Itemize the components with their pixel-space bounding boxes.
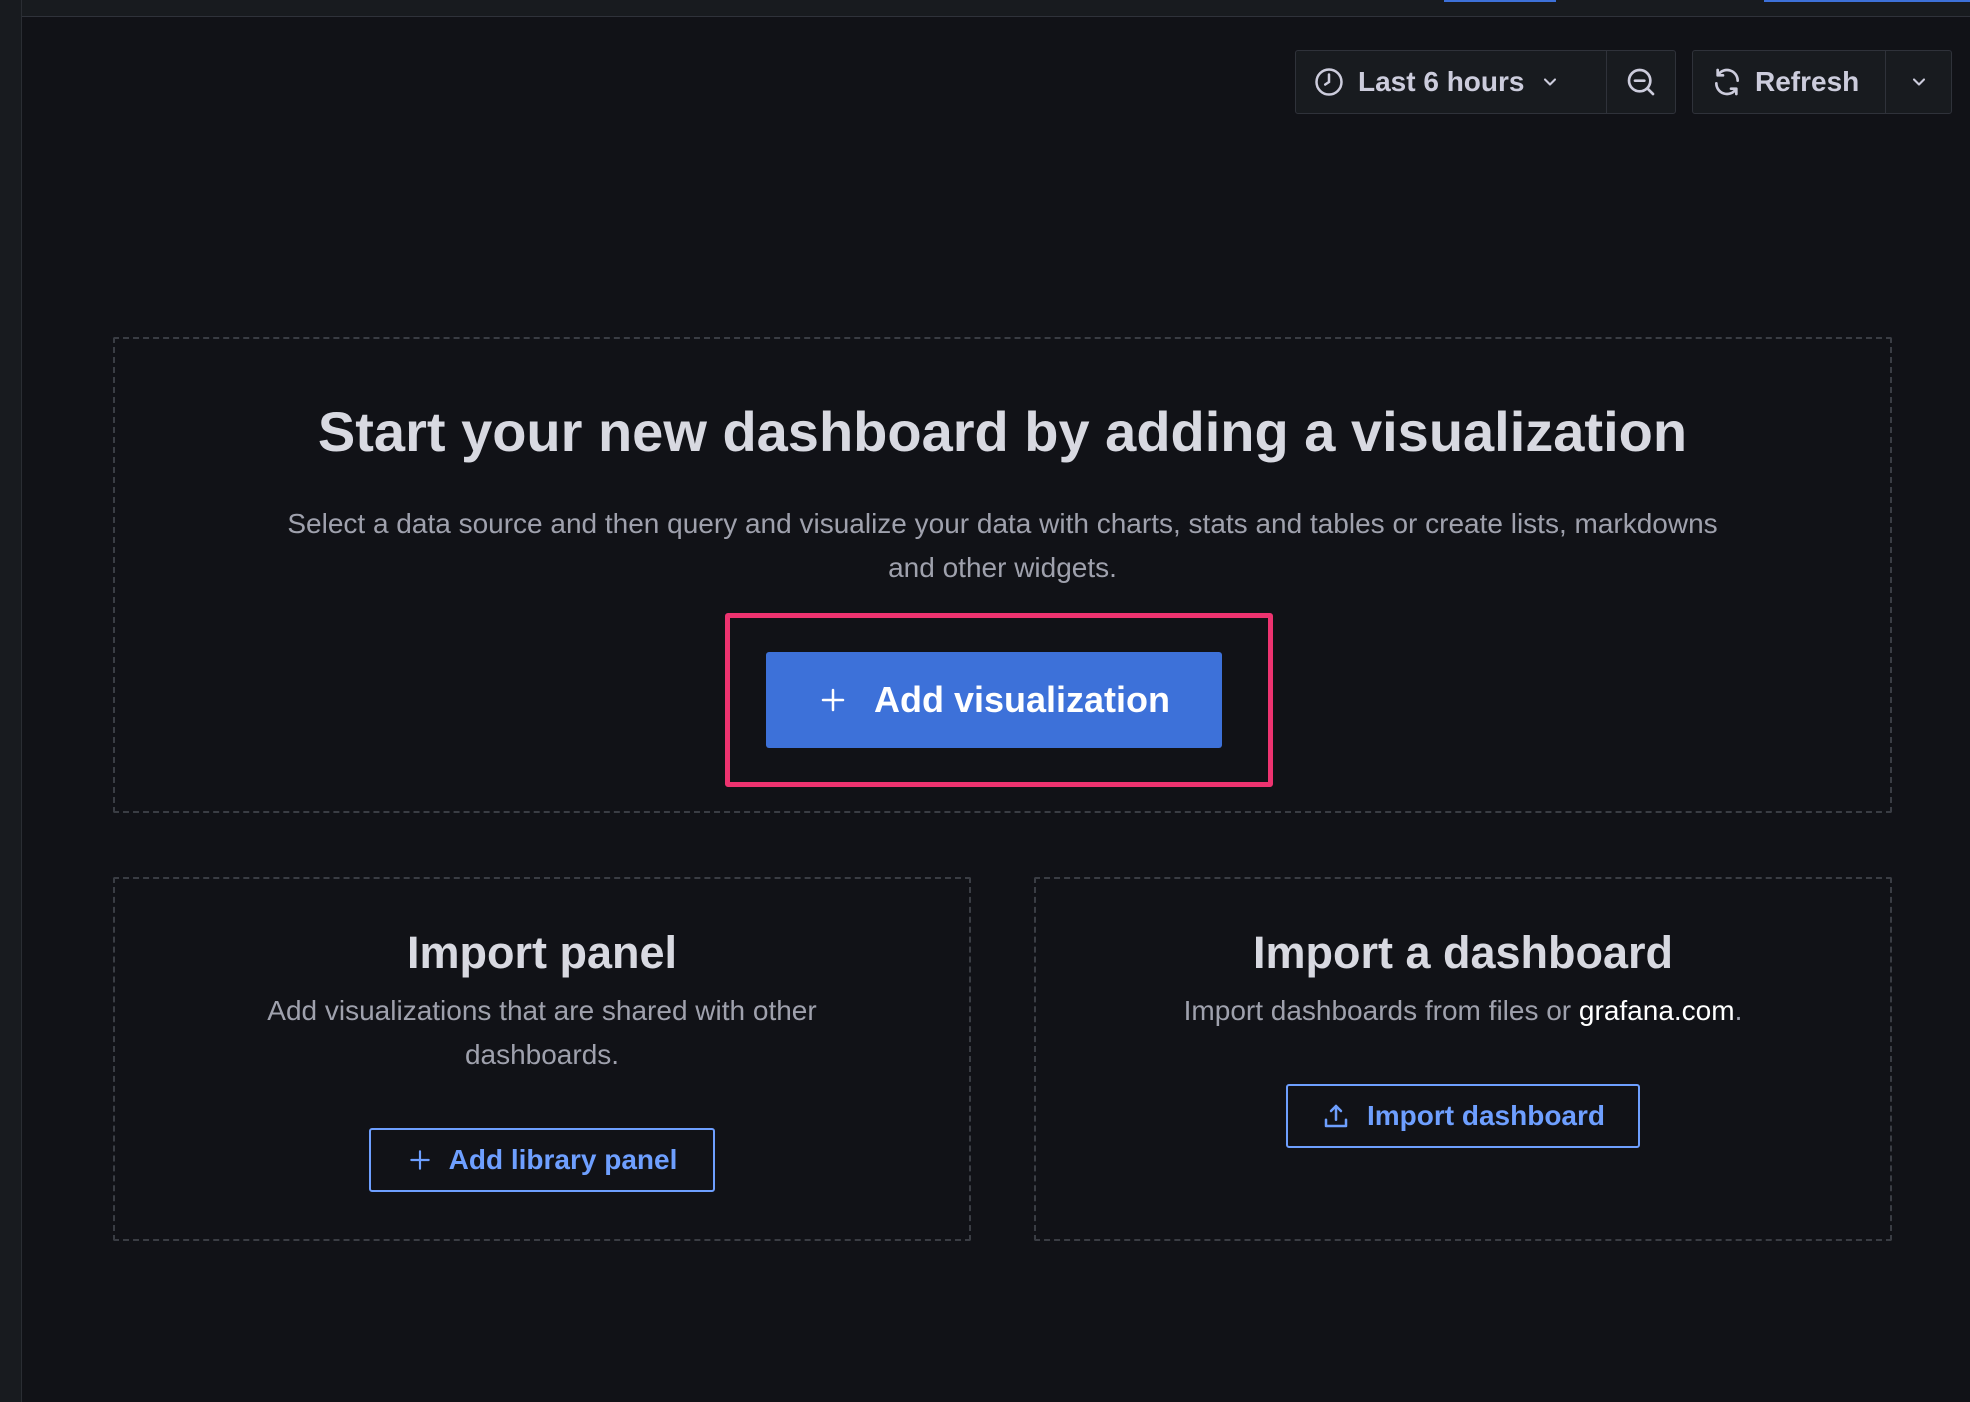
sync-icon [1711,66,1743,98]
empty-state-title: Start your new dashboard by adding a vis… [317,400,1688,463]
chevron-down-icon [1540,72,1560,92]
import-panel-card: Import panel Add visualizations that are… [113,877,971,1241]
side-menu-rail [0,0,22,1402]
import-dashboard-label: Import dashboard [1366,1100,1605,1131]
empty-state-description: Select a data source and then query and … [287,508,1718,583]
import-panel-title: Import panel [406,927,678,978]
add-visualization-label: Add visualization [873,679,1171,720]
add-visualization-button[interactable]: Add visualization [766,652,1222,748]
time-range-picker[interactable]: Last 6 hours [1296,51,1606,113]
import-dashboard-card: Import a dashboard Import dashboards fro… [1034,877,1892,1241]
plus-icon [407,1147,433,1173]
add-library-panel-label: Add library panel [448,1144,678,1175]
clock-icon [1314,67,1344,97]
grafana-com-link[interactable]: grafana.com [1579,995,1735,1026]
refresh-button[interactable]: Refresh [1693,51,1885,113]
zoom-out-button[interactable] [1606,51,1675,113]
add-library-panel-button[interactable]: Add library panel [369,1128,715,1192]
top-bar-accent [1444,0,1556,2]
time-range-label: Last 6 hours [1358,66,1525,97]
chevron-down-icon [1909,72,1929,92]
top-bar-accent [1764,0,1970,2]
upload-icon [1321,1101,1351,1131]
plus-icon [818,685,848,715]
import-dashboard-title: Import a dashboard [1252,927,1674,978]
import-description-text: Import dashboards from files or [1183,995,1579,1026]
import-description-suffix: . [1734,995,1743,1026]
refresh-picker-group: Refresh [1692,50,1952,114]
zoom-out-icon [1625,66,1657,98]
empty-dashboard-panel: Start your new dashboard by adding a vis… [113,337,1892,813]
highlight-box: Add visualization [725,613,1273,787]
import-dashboard-button[interactable]: Import dashboard [1286,1084,1640,1148]
import-dashboard-description: Import dashboards from files or grafana.… [1036,989,1890,1033]
import-panel-description: Add visualizations that are shared with … [267,995,817,1070]
dashboard-page: Last 6 hours Refresh Start your new dash… [0,0,1970,1402]
refresh-label: Refresh [1755,66,1860,97]
refresh-interval-dropdown[interactable] [1885,51,1951,113]
time-picker-group: Last 6 hours [1295,50,1676,114]
top-navigation-bar [22,0,1970,17]
